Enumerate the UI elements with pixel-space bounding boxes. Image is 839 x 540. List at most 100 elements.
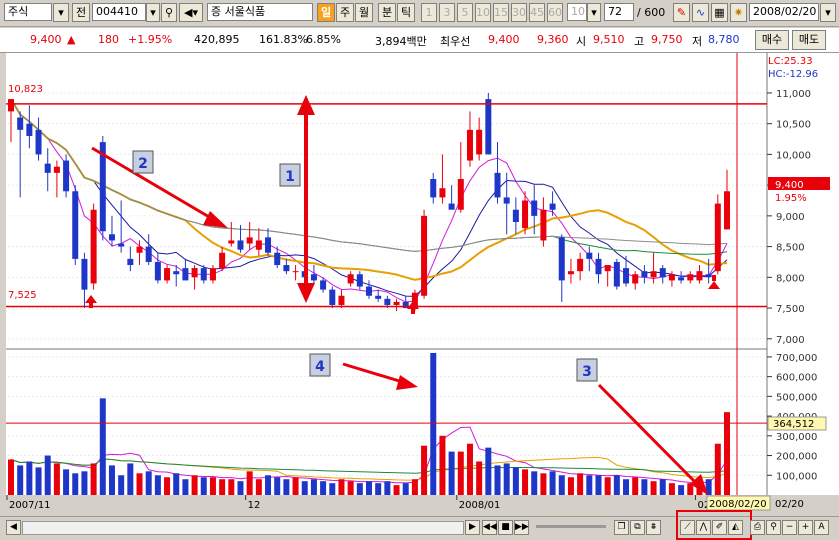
candle-body-26: [246, 237, 253, 244]
candle-body-22: [209, 268, 216, 281]
stop-icon[interactable]: ■: [498, 520, 513, 535]
draw-tool-icon[interactable]: ✐: [712, 520, 727, 535]
x-tick-label-2: 2008/01: [459, 500, 501, 511]
candle-body-76: [705, 274, 712, 278]
candle-body-65: [604, 265, 611, 272]
market-dropdown-icon[interactable]: ▾: [53, 3, 69, 22]
tile-icon[interactable]: ⧉: [630, 520, 645, 535]
search-icon[interactable]: ⚲: [161, 3, 177, 22]
minute-3-button[interactable]: 3: [439, 3, 455, 22]
date-dropdown-icon[interactable]: ▾: [820, 3, 836, 22]
candle-body-21: [200, 268, 207, 281]
scroll-right-icon[interactable]: ▶: [465, 520, 480, 535]
speed-slider[interactable]: [536, 525, 606, 528]
code-dropdown-icon[interactable]: ▾: [146, 3, 160, 22]
last-price-label: 9,400: [775, 180, 804, 191]
stock-prefix: 증: [211, 5, 222, 18]
volume-bar-69: [641, 479, 648, 495]
annotation-2: 2: [132, 150, 154, 174]
period-tick-button[interactable]: 틱: [397, 3, 415, 22]
volume-value: 420,895: [194, 33, 240, 46]
annotation-4: 4: [309, 353, 331, 377]
scroll-left-icon[interactable]: ◀: [6, 520, 21, 535]
candle-body-66: [613, 261, 620, 287]
minute-30-button[interactable]: 30: [511, 3, 527, 22]
chart-type-icon[interactable]: ⩩: [646, 520, 661, 535]
candle-body-0: [8, 99, 14, 112]
candle-body-18: [173, 271, 180, 275]
gear-icon[interactable]: ✷: [730, 3, 747, 22]
rewind-icon[interactable]: ◀◀: [482, 520, 497, 535]
minute-dropdown-icon[interactable]: ▾: [587, 3, 601, 22]
volume-tick-label-5: 600,000: [776, 373, 817, 384]
svg-text:4: 4: [315, 359, 325, 375]
tool-icon[interactable]: ✎: [673, 3, 690, 22]
volume-bar-27: [255, 479, 262, 495]
period-week-button[interactable]: 주: [336, 3, 354, 22]
count-input[interactable]: 72: [604, 3, 634, 21]
minute-15-button[interactable]: 15: [493, 3, 509, 22]
toolbar: 주식 ▾ 전 004410 ▾ ⚲ ◀▾ 증 서울식품 일 주 월 분 틱 1 …: [0, 0, 839, 27]
fast-forward-icon[interactable]: ▶▶: [514, 520, 529, 535]
trade-amount: 3,894백만: [375, 35, 427, 48]
candle-body-54: [503, 197, 510, 204]
period-month-button[interactable]: 월: [355, 3, 373, 22]
grid-icon[interactable]: ▦: [711, 3, 728, 22]
scrollbar-track[interactable]: [22, 521, 464, 535]
low-label: 저: [692, 35, 703, 48]
zoom-out-icon[interactable]: −: [782, 520, 797, 535]
price-tick-label-4: 9,000: [776, 212, 805, 223]
volume-bar-22: [209, 477, 216, 495]
zoom-icon[interactable]: ⚲: [766, 520, 781, 535]
x-tick-label-0: 2007/11: [9, 500, 51, 511]
high-price: 9,750: [651, 33, 683, 46]
volume-bar-18: [173, 473, 180, 495]
stock-chart[interactable]: 7,0007,5008,0008,5009,0009,50010,00010,5…: [0, 53, 839, 516]
volume-bar-15: [145, 471, 152, 495]
speaker-icon[interactable]: ◀▾: [179, 3, 203, 22]
window-icon[interactable]: ❐: [614, 520, 629, 535]
candle-body-58: [540, 209, 547, 241]
best-price-label: 최우선: [440, 35, 471, 48]
minute-select[interactable]: 10: [567, 3, 587, 21]
font-icon[interactable]: A: [814, 520, 829, 535]
minute-1-button[interactable]: 1: [421, 3, 437, 22]
tab-prev[interactable]: 전: [72, 3, 90, 22]
minute-45-button[interactable]: 45: [529, 3, 545, 22]
buy-button[interactable]: 매수: [755, 30, 789, 50]
volume-bar-48: [448, 451, 455, 495]
candle-body-64: [595, 258, 602, 275]
candle-body-17: [164, 268, 171, 281]
candle-body-40: [375, 295, 382, 299]
minute-60-button[interactable]: 60: [547, 3, 563, 22]
candle-body-55: [512, 209, 519, 223]
market-label: 주식: [8, 5, 29, 18]
minute-5-button[interactable]: 5: [457, 3, 473, 22]
market-select[interactable]: 주식: [4, 3, 52, 21]
volume-bar-43: [402, 483, 409, 495]
period-day-button[interactable]: 일: [317, 3, 335, 22]
best-ask: 9,400: [488, 33, 520, 46]
stock-name-box[interactable]: 증 서울식품: [207, 3, 313, 21]
date-input[interactable]: 2008/02/20: [749, 3, 819, 21]
volume-tick-label-4: 500,000: [776, 392, 817, 403]
line-tool-icon[interactable]: ⟋: [680, 520, 695, 535]
code-input[interactable]: 004410: [92, 3, 146, 21]
period-minute-button[interactable]: 분: [378, 3, 396, 22]
candle-body-72: [668, 274, 675, 281]
zoom-in-icon[interactable]: +: [798, 520, 813, 535]
minute-10-button[interactable]: 10: [475, 3, 491, 22]
candle-body-41: [384, 298, 391, 305]
paint-tool-icon[interactable]: ◭: [728, 520, 743, 535]
candle-body-75: [696, 271, 703, 281]
volume-ratio: 161.83%: [259, 33, 308, 46]
candle-body-6: [63, 160, 70, 192]
volume-bar-58: [540, 473, 547, 495]
volume-bar-11: [108, 465, 115, 495]
print-icon[interactable]: ⎙: [750, 520, 765, 535]
volume-bar-38: [356, 483, 363, 495]
candle-body-34: [320, 280, 327, 290]
indicator-icon[interactable]: ∿: [692, 3, 709, 22]
trend-tool-icon[interactable]: ⋀: [696, 520, 711, 535]
sell-button[interactable]: 매도: [792, 30, 826, 50]
